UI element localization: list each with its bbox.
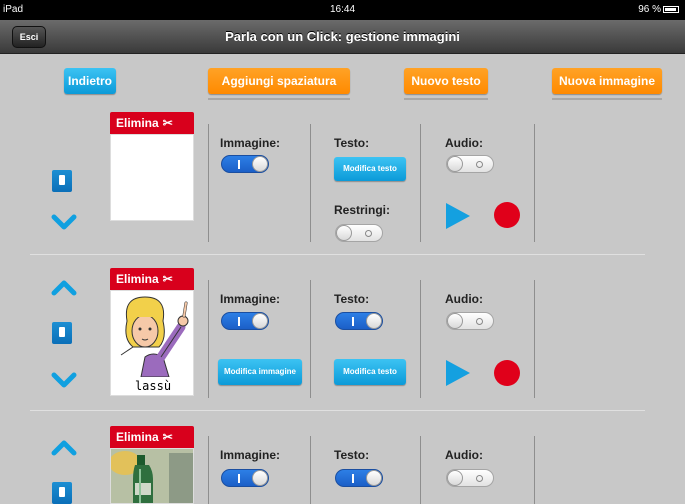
audio-label: Audio: [445,136,483,150]
divider [552,98,662,100]
shrink-toggle[interactable] [335,224,383,242]
status-bar: iPad 16:44 96 % [0,0,685,20]
image-label: Immagine: [220,448,281,462]
text-label: Testo: [334,448,370,462]
play-icon[interactable] [446,203,470,229]
text-toggle[interactable] [335,469,383,487]
page-title: Parla con un Click: gestione immagini [225,29,460,44]
battery-icon [663,5,679,13]
edit-text-button[interactable]: Modifica testo [334,359,406,385]
edit-text-button[interactable]: Modifica testo [334,157,406,181]
image-thumbnail[interactable] [110,134,194,221]
column-divider [534,124,535,242]
back-button[interactable]: Indietro [64,68,116,94]
column-divider [534,436,535,504]
scissors-icon: ✂ [162,272,173,286]
delete-label: Elimina [116,116,159,130]
move-up-arrow-icon[interactable] [51,280,77,296]
image-thumbnail[interactable] [110,448,194,504]
add-spacing-button[interactable]: Aggiungi spaziatura [208,68,350,94]
column-divider [310,280,311,398]
column-divider [310,436,311,504]
document-icon[interactable] [52,482,72,504]
record-icon[interactable] [494,360,520,386]
delete-button[interactable]: Elimina ✂ [110,426,194,448]
delete-label: Elimina [116,272,159,286]
audio-label: Audio: [445,448,483,462]
battery-percent: 96 % [638,4,661,15]
navigation-bar: Esci Parla con un Click: gestione immagi… [0,20,685,54]
bottle-photo-icon [111,449,193,503]
move-down-arrow-icon[interactable] [51,372,77,388]
new-image-button[interactable]: Nuova immagine [552,68,662,94]
image-toggle[interactable] [221,155,269,173]
row-separator [30,410,645,411]
column-divider [310,124,311,242]
delete-button[interactable]: Elimina ✂ [110,112,194,134]
scissors-icon: ✂ [162,430,173,444]
edit-image-button[interactable]: Modifica immagine [218,359,302,385]
text-label: Testo: [334,292,370,306]
move-up-arrow-icon[interactable] [51,440,77,456]
column-divider [208,436,209,504]
document-icon[interactable] [52,170,72,192]
column-divider [208,280,209,398]
shrink-label: Restringi: [334,203,391,217]
divider [404,98,488,100]
image-caption: lassù [134,379,172,393]
column-divider [534,280,535,398]
text-label: Testo: [334,136,370,150]
image-label: Immagine: [220,292,281,306]
play-icon[interactable] [446,360,470,386]
image-toggle[interactable] [221,312,269,330]
scissors-icon: ✂ [162,116,173,130]
clock: 16:44 [329,4,356,15]
column-divider [420,436,421,504]
audio-label: Audio: [445,292,483,306]
column-divider [420,124,421,242]
column-divider [208,124,209,242]
row-separator [30,254,645,255]
column-divider [420,280,421,398]
record-icon[interactable] [494,202,520,228]
image-label: Immagine: [220,136,281,150]
document-icon[interactable] [52,322,72,344]
divider [208,98,350,100]
audio-toggle[interactable] [446,155,494,173]
audio-toggle[interactable] [446,469,494,487]
audio-toggle[interactable] [446,312,494,330]
text-toggle[interactable] [335,312,383,330]
battery-indicator: 96 % [638,4,679,15]
image-toggle[interactable] [221,469,269,487]
new-text-button[interactable]: Nuovo testo [404,68,488,94]
delete-button[interactable]: Elimina ✂ [110,268,194,290]
delete-label: Elimina [116,430,159,444]
move-down-arrow-icon[interactable] [51,214,77,230]
girl-pointing-up-icon [120,296,189,378]
image-thumbnail[interactable]: lassù [110,290,194,396]
